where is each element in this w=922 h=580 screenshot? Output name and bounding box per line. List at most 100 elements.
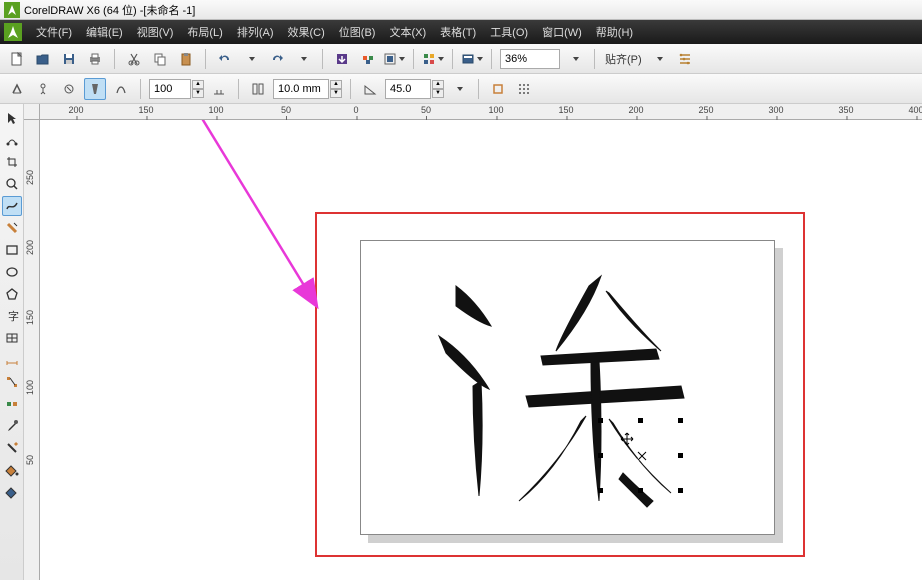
zoom-dropdown[interactable] [564, 48, 586, 70]
separator [413, 49, 414, 69]
ruler-origin[interactable] [24, 104, 40, 120]
preset-2-button[interactable] [32, 78, 54, 100]
snap-dropdown[interactable] [648, 48, 670, 70]
ruler-tick: 250 [698, 105, 713, 115]
ellipse-tool[interactable] [2, 262, 22, 282]
menu-bar: 文件(F) 编辑(E) 视图(V) 布局(L) 排列(A) 效果(C) 位图(B… [0, 20, 922, 44]
save-button[interactable] [58, 48, 80, 70]
up-arrow-icon[interactable]: ▲ [192, 80, 204, 89]
separator [205, 49, 206, 69]
canvas[interactable] [40, 120, 922, 580]
separator [594, 49, 595, 69]
ruler-tick: 100 [208, 105, 223, 115]
ruler-tick: 100 [488, 105, 503, 115]
horizontal-ruler[interactable]: 200 150 100 50 0 50 100 150 200 250 300 … [40, 104, 922, 120]
export-button[interactable] [357, 48, 379, 70]
menu-arrange[interactable]: 排列(A) [233, 24, 278, 40]
nib-width-spinner[interactable]: ▲▼ [149, 79, 204, 99]
menu-effects[interactable]: 效果(C) [284, 24, 329, 40]
document-title: [未命名 -1] [143, 2, 195, 18]
copy-button[interactable] [149, 48, 171, 70]
separator [452, 49, 453, 69]
fill-tool[interactable] [2, 460, 22, 480]
welcome-button[interactable] [461, 48, 483, 70]
separator [238, 79, 239, 99]
redo-button[interactable] [266, 48, 288, 70]
up-arrow-icon[interactable]: ▲ [432, 80, 444, 89]
dimension-tool[interactable] [2, 350, 22, 370]
separator [322, 49, 323, 69]
crop-tool[interactable] [2, 152, 22, 172]
ruler-tick: 200 [68, 105, 83, 115]
interactive-fill-tool[interactable] [2, 482, 22, 502]
menu-help[interactable]: 帮助(H) [592, 24, 637, 40]
print-button[interactable] [84, 48, 106, 70]
separator [478, 79, 479, 99]
menu-window[interactable]: 窗口(W) [538, 24, 586, 40]
up-arrow-icon[interactable]: ▲ [330, 80, 342, 89]
bounding-box-button[interactable] [487, 78, 509, 100]
app-title: CorelDRAW X6 (64 位) - [24, 2, 143, 18]
menu-view[interactable]: 视图(V) [133, 24, 178, 40]
canvas-area: 200 150 100 50 0 50 100 150 200 250 300 … [24, 104, 922, 580]
undo-dropdown[interactable] [240, 48, 262, 70]
vertical-ruler[interactable]: 250 200 150 100 50 [24, 120, 40, 580]
connector-tool[interactable] [2, 372, 22, 392]
down-arrow-icon[interactable]: ▼ [432, 89, 444, 98]
redo-dropdown[interactable] [292, 48, 314, 70]
interactive-tool[interactable] [2, 394, 22, 414]
angle-spinner[interactable]: ▲▼ [385, 79, 444, 99]
grid-dots-button[interactable] [513, 78, 535, 100]
down-arrow-icon[interactable]: ▼ [330, 89, 342, 98]
open-button[interactable] [32, 48, 54, 70]
angle-input[interactable] [385, 79, 431, 99]
artistic-media-tool[interactable] [2, 218, 22, 238]
pick-tool[interactable] [2, 108, 22, 128]
ruler-tick: 50 [421, 105, 431, 115]
freehand-tool[interactable] [2, 196, 22, 216]
cut-button[interactable] [123, 48, 145, 70]
outline-tool[interactable] [2, 438, 22, 458]
ruler-tick: 150 [558, 105, 573, 115]
menu-file[interactable]: 文件(F) [32, 24, 76, 40]
eyedropper-tool[interactable] [2, 416, 22, 436]
svg-text:字: 字 [8, 309, 19, 323]
paste-button[interactable] [175, 48, 197, 70]
text-tool[interactable]: 字 [2, 306, 22, 326]
angle-dropdown[interactable] [448, 78, 470, 100]
rectangle-tool[interactable] [2, 240, 22, 260]
calligraphy-nib-button[interactable] [84, 78, 106, 100]
down-arrow-icon[interactable]: ▼ [192, 89, 204, 98]
publish-button[interactable] [383, 48, 405, 70]
options-button[interactable] [674, 48, 696, 70]
menu-bitmaps[interactable]: 位图(B) [335, 24, 380, 40]
zoom-tool[interactable] [2, 174, 22, 194]
title-bar: CorelDRAW X6 (64 位) - [未命名 -1] [0, 0, 922, 20]
new-button[interactable] [6, 48, 28, 70]
workspace: 字 200 150 100 50 0 50 100 150 200 250 30… [0, 104, 922, 580]
nib-width-input[interactable] [149, 79, 191, 99]
app-launcher-button[interactable] [422, 48, 444, 70]
ruler-tick: 200 [25, 240, 35, 255]
menu-tools[interactable]: 工具(O) [486, 24, 532, 40]
preset-1-button[interactable] [6, 78, 28, 100]
table-tool[interactable] [2, 328, 22, 348]
import-button[interactable] [331, 48, 353, 70]
nib-unit-icon [208, 78, 230, 100]
spacing-icon [247, 78, 269, 100]
menu-text[interactable]: 文本(X) [385, 24, 430, 40]
preset-3-button[interactable] [58, 78, 80, 100]
zoom-input[interactable] [500, 49, 560, 69]
shape-tool[interactable] [2, 130, 22, 150]
pressure-button[interactable] [110, 78, 132, 100]
polygon-tool[interactable] [2, 284, 22, 304]
menu-layout[interactable]: 布局(L) [183, 24, 226, 40]
ruler-tick: 50 [25, 455, 35, 465]
ruler-tick: 400 [908, 105, 922, 115]
snap-label: 贴齐(P) [603, 51, 644, 67]
menu-table[interactable]: 表格(T) [436, 24, 480, 40]
spacing-input[interactable] [273, 79, 329, 99]
undo-button[interactable] [214, 48, 236, 70]
menu-edit[interactable]: 编辑(E) [82, 24, 127, 40]
spacing-spinner[interactable]: ▲▼ [273, 79, 342, 99]
